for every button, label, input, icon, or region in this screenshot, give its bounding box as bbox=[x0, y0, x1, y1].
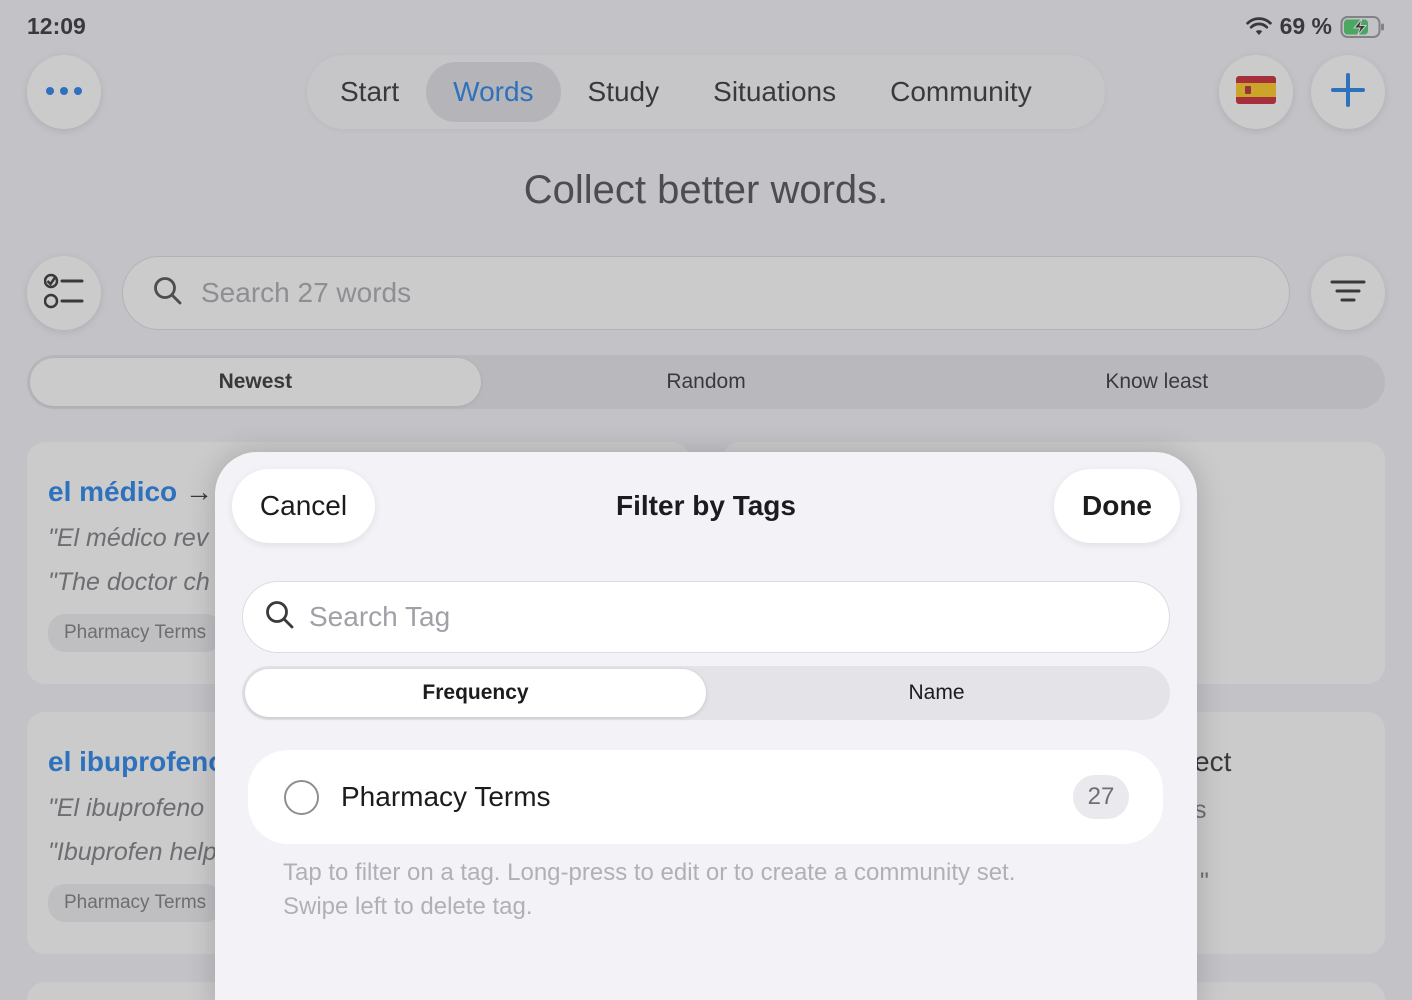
sheet-title: Filter by Tags bbox=[616, 490, 796, 521]
search-icon bbox=[265, 600, 295, 635]
tag-search-input[interactable]: Search Tag bbox=[242, 581, 1170, 653]
tag-count-badge: 27 bbox=[1073, 775, 1129, 819]
tag-hint-text: Tap to filter on a tag. Long-press to ed… bbox=[283, 856, 1143, 924]
hint-line: Swipe left to delete tag. bbox=[283, 893, 533, 920]
radio-unchecked-icon[interactable] bbox=[284, 779, 319, 815]
tag-name: Pharmacy Terms bbox=[341, 781, 551, 812]
filter-tags-sheet: Cancel Filter by Tags Done Search Tag Fr… bbox=[215, 452, 1197, 1000]
tag-search-placeholder: Search Tag bbox=[309, 601, 451, 632]
sort-frequency[interactable]: Frequency bbox=[245, 669, 706, 717]
sort-name[interactable]: Name bbox=[706, 669, 1167, 717]
tag-sort-segmented-control: Frequency Name bbox=[242, 666, 1170, 720]
done-button[interactable]: Done bbox=[1054, 469, 1180, 543]
tag-row[interactable]: Pharmacy Terms 27 bbox=[248, 750, 1163, 844]
hint-line: Tap to filter on a tag. Long-press to ed… bbox=[283, 859, 1016, 886]
